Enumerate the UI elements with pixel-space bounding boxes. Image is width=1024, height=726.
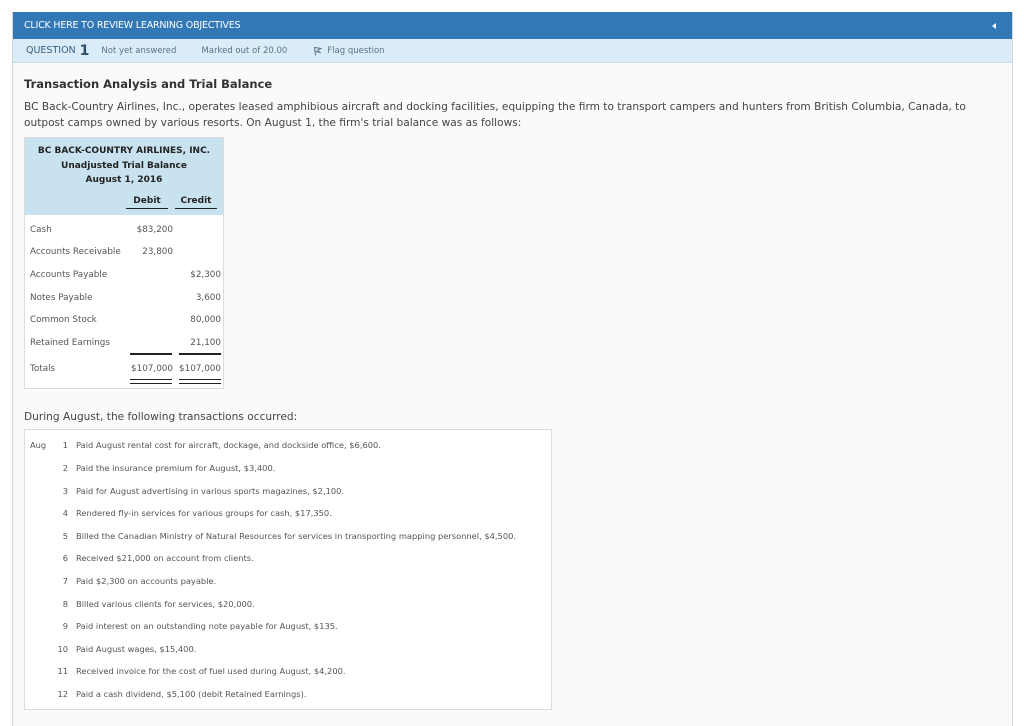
transaction-day: 10 bbox=[57, 643, 68, 654]
account-name: Notes Payable bbox=[30, 292, 93, 303]
credit-total: $107,000 bbox=[179, 364, 221, 375]
transactions-table: Aug 1 Paid August rental cost for aircra… bbox=[24, 429, 552, 711]
transaction-row: 2 Paid the insurance premium for August,… bbox=[25, 457, 551, 480]
company-name: BC BACK-COUNTRY AIRLINES, INC. bbox=[37, 146, 211, 156]
table-row: Notes Payable 3,600 bbox=[25, 286, 223, 309]
debit-double-rule bbox=[130, 379, 172, 385]
transaction-description: Rendered fly-in services for various gro… bbox=[76, 508, 332, 519]
problem-intro: BC Back-Country Airlines, Inc., operates… bbox=[24, 101, 966, 129]
question-panel: CLICK HERE TO REVIEW LEARNING OBJECTIVES… bbox=[12, 12, 1013, 726]
account-name: Cash bbox=[30, 224, 52, 235]
transaction-description: Paid interest on an outstanding note pay… bbox=[76, 621, 338, 632]
transaction-row: 11 Received invoice for the cost of fuel… bbox=[25, 660, 551, 683]
transaction-day: 5 bbox=[62, 530, 68, 541]
transaction-row: 9 Paid interest on an outstanding note p… bbox=[25, 615, 551, 638]
debit-column-header: Debit bbox=[126, 194, 168, 209]
transaction-day: 3 bbox=[62, 485, 68, 496]
collapse-caret-icon[interactable] bbox=[992, 22, 996, 29]
transaction-row: 3 Paid for August advertising in various… bbox=[25, 479, 551, 502]
transaction-day: 4 bbox=[62, 508, 68, 519]
transaction-day: 2 bbox=[62, 462, 68, 473]
learning-objectives-bar[interactable]: CLICK HERE TO REVIEW LEARNING OBJECTIVES bbox=[13, 12, 1012, 39]
transaction-row: 8 Billed various clients for services, $… bbox=[25, 592, 551, 615]
question-label: QUESTION bbox=[26, 45, 76, 56]
marked-out-of: Marked out of 20.00 bbox=[201, 45, 288, 56]
transaction-day: 12 bbox=[57, 688, 68, 699]
transaction-description: Billed the Canadian Ministry of Natural … bbox=[76, 530, 517, 541]
flag-question-button[interactable]: Flag question bbox=[313, 45, 385, 56]
learning-objectives-link[interactable]: CLICK HERE TO REVIEW LEARNING OBJECTIVES bbox=[24, 20, 241, 31]
answer-status: Not yet answered bbox=[101, 45, 177, 56]
totals-row: Totals $107,000 $107,000 bbox=[25, 354, 223, 388]
transaction-description: Paid August rental cost for aircraft, do… bbox=[76, 440, 381, 451]
table-row: Retained Earnings 21,100 bbox=[25, 331, 223, 356]
transaction-description: Paid $2,300 on accounts payable. bbox=[76, 575, 217, 586]
credit-amount: 21,100 bbox=[190, 337, 221, 348]
debit-total: $107,000 bbox=[131, 364, 173, 375]
question-number: 1 bbox=[79, 42, 90, 59]
flag-icon bbox=[314, 46, 322, 56]
totals-label: Totals bbox=[30, 364, 56, 375]
table-row: Accounts Payable $2,300 bbox=[25, 264, 223, 287]
statement-name: Unadjusted Trial Balance bbox=[61, 160, 187, 171]
transaction-month: Aug bbox=[30, 440, 47, 451]
transaction-row: 5 Billed the Canadian Ministry of Natura… bbox=[25, 524, 551, 547]
transaction-day: 11 bbox=[57, 666, 68, 677]
question-content: Transaction Analysis and Trial Balance B… bbox=[13, 63, 1012, 711]
transaction-description: Received invoice for the cost of fuel us… bbox=[76, 666, 346, 677]
transaction-day: 6 bbox=[62, 553, 68, 564]
transaction-row: 6 Received $21,000 on account from clien… bbox=[25, 547, 551, 570]
transaction-row: 12 Paid a cash dividend, $5,100 (debit R… bbox=[25, 683, 551, 706]
credit-amount: 80,000 bbox=[190, 315, 221, 326]
transaction-description: Billed various clients for services, $20… bbox=[76, 598, 255, 609]
transaction-day: 1 bbox=[62, 440, 68, 451]
transaction-description: Paid the insurance premium for August, $… bbox=[76, 462, 276, 473]
account-name: Accounts Payable bbox=[30, 269, 108, 280]
transaction-description: Paid August wages, $15,400. bbox=[76, 643, 197, 654]
table-row: Accounts Receivable 23,800 bbox=[25, 241, 223, 264]
debit-amount: 23,800 bbox=[142, 247, 173, 258]
transaction-day: 7 bbox=[62, 575, 68, 586]
credit-amount: 3,600 bbox=[195, 292, 221, 303]
credit-amount: $2,300 bbox=[190, 269, 221, 280]
flag-question-label: Flag question bbox=[327, 45, 385, 56]
table-row: Cash $83,200 bbox=[25, 219, 223, 242]
credit-double-rule bbox=[179, 379, 221, 385]
transaction-description: Received $21,000 on account from clients… bbox=[76, 553, 254, 564]
problem-title: Transaction Analysis and Trial Balance bbox=[24, 77, 273, 91]
transaction-description: Paid a cash dividend, $5,100 (debit Reta… bbox=[76, 688, 307, 699]
table-row: Common Stock 80,000 bbox=[25, 309, 223, 332]
question-info-bar: QUESTION 1 Not yet answered Marked out o… bbox=[13, 39, 1012, 63]
trial-balance-header: BC BACK-COUNTRY AIRLINES, INC. Unadjuste… bbox=[25, 138, 223, 215]
credit-column-header: Credit bbox=[175, 194, 217, 209]
transaction-row: 4 Rendered fly-in services for various g… bbox=[25, 502, 551, 525]
transaction-day: 8 bbox=[62, 598, 68, 609]
transaction-row: Aug 1 Paid August rental cost for aircra… bbox=[25, 434, 551, 457]
trial-balance-table: BC BACK-COUNTRY AIRLINES, INC. Unadjuste… bbox=[24, 137, 224, 390]
transactions-intro: During August, the following transaction… bbox=[24, 411, 298, 424]
transaction-row: 10 Paid August wages, $15,400. bbox=[25, 637, 551, 660]
transaction-row: 7 Paid $2,300 on accounts payable. bbox=[25, 570, 551, 593]
transaction-day: 9 bbox=[62, 621, 68, 632]
account-name: Retained Earnings bbox=[30, 337, 110, 348]
transaction-description: Paid for August advertising in various s… bbox=[76, 485, 345, 496]
statement-date: August 1, 2016 bbox=[85, 175, 163, 185]
account-name: Accounts Receivable bbox=[30, 247, 121, 258]
account-name: Common Stock bbox=[30, 315, 97, 326]
debit-amount: $83,200 bbox=[136, 224, 173, 235]
